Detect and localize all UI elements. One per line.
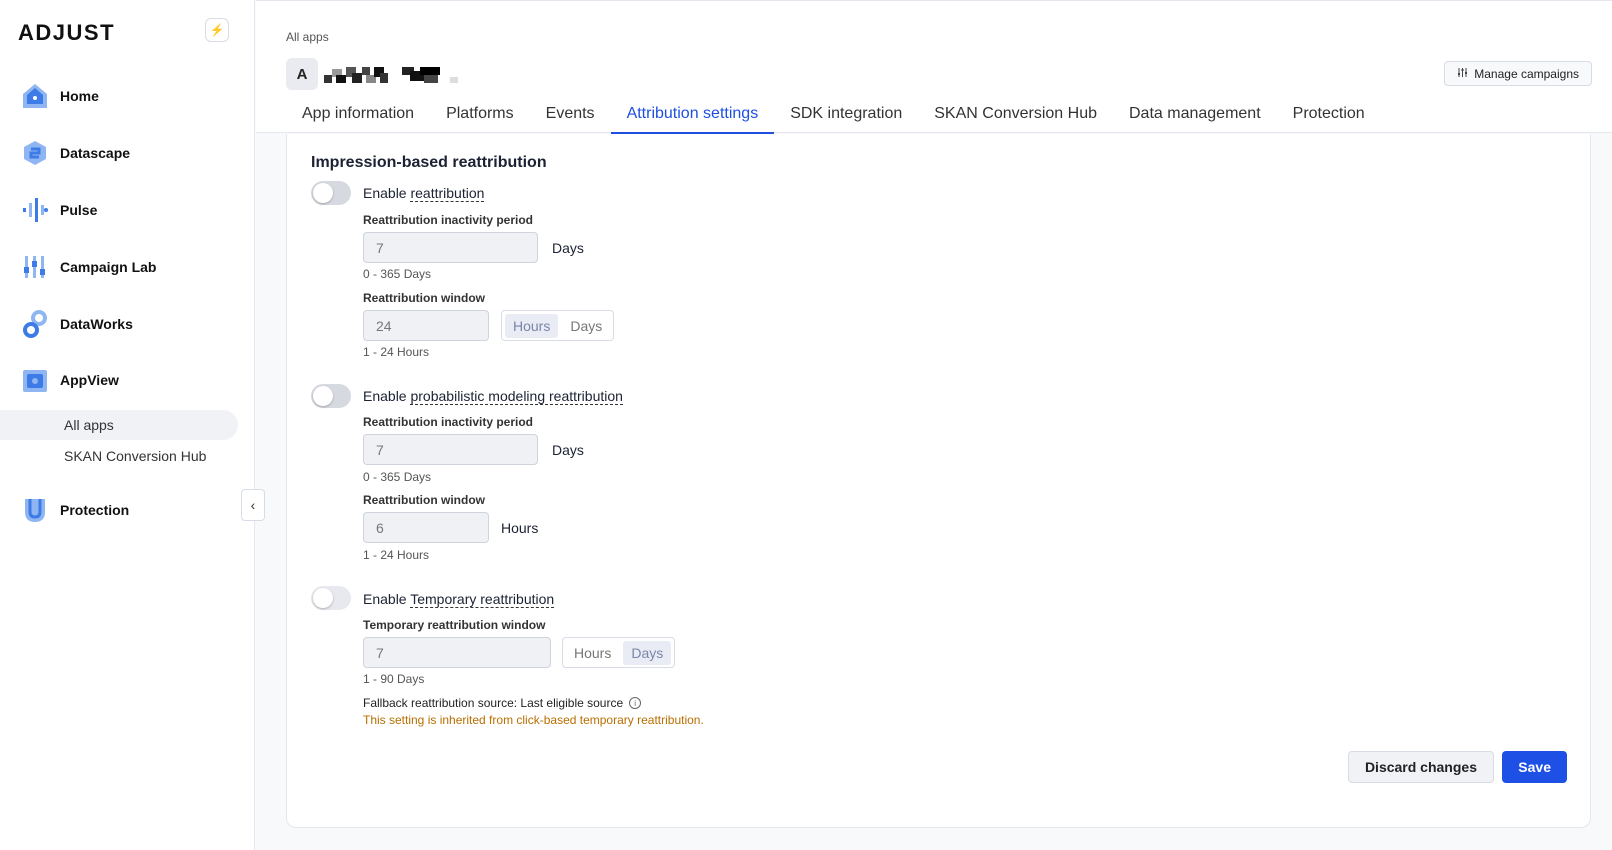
nav-campaign-lab[interactable]: Campaign Lab: [20, 247, 156, 287]
fallback-source: Fallback reattribution source: Last elig…: [363, 696, 642, 710]
breadcrumb[interactable]: All apps: [286, 30, 329, 44]
reattribution-inactivity-unit: Days: [552, 240, 584, 256]
temporary-toggle-label: Enable Temporary reattribution: [363, 591, 555, 608]
reattribution-inactivity-hint: 0 - 365 Days: [363, 267, 432, 281]
inherited-warning: This setting is inherited from click-bas…: [363, 713, 704, 727]
nav-appview[interactable]: AppView: [20, 360, 119, 400]
probabilistic-window-hint: 1 - 24 Hours: [363, 548, 430, 562]
page-header: All apps A Manage campaigns App informat…: [256, 0, 1612, 134]
reattribution-window-input[interactable]: 24: [363, 310, 489, 341]
campaign-lab-icon: [20, 252, 50, 282]
reattribution-toggle-label: Enable reattribution: [363, 185, 485, 202]
unit-hours-option[interactable]: Hours: [505, 313, 559, 338]
nav-dataworks[interactable]: DataWorks: [20, 304, 133, 344]
reattribution-term[interactable]: reattribution: [410, 185, 485, 202]
tab-platforms[interactable]: Platforms: [430, 97, 530, 134]
sidebar: ADJUST ⚡ Home Datascape Pulse Campaign L…: [0, 0, 265, 850]
tab-skan-conversion-hub[interactable]: SKAN Conversion Hub: [918, 97, 1113, 134]
tab-bar: App information Platforms Events Attribu…: [286, 97, 1381, 134]
manage-campaigns-label: Manage campaigns: [1474, 66, 1579, 81]
temporary-toggle[interactable]: [311, 586, 351, 610]
probabilistic-inactivity-hint: 0 - 365 Days: [363, 470, 432, 484]
reattribution-window-hint: 1 - 24 Hours: [363, 345, 430, 359]
unit-hours-option[interactable]: Hours: [566, 641, 619, 665]
discard-changes-button[interactable]: Discard changes: [1347, 751, 1494, 783]
chevron-left-icon: ‹: [250, 497, 256, 513]
temporary-window-hint: 1 - 90 Days: [363, 672, 425, 686]
tab-protection[interactable]: Protection: [1277, 97, 1381, 134]
tab-data-management[interactable]: Data management: [1113, 97, 1277, 134]
protection-icon: [20, 495, 50, 525]
sliders-icon: [1457, 67, 1468, 81]
probabilistic-inactivity-unit: Days: [552, 442, 584, 458]
nav-pulse[interactable]: Pulse: [20, 190, 97, 230]
info-icon[interactable]: i: [629, 697, 642, 709]
save-button[interactable]: Save: [1502, 751, 1567, 783]
toggle-prefix: Enable: [363, 591, 407, 607]
nav-home[interactable]: Home: [20, 76, 99, 116]
adjust-logo[interactable]: ADJUST: [18, 20, 115, 46]
nav-label-datascape: Datascape: [60, 145, 131, 161]
nav-label-dataworks: DataWorks: [60, 316, 133, 332]
toggle-prefix: Enable: [363, 185, 407, 201]
nav-label-protection: Protection: [60, 502, 130, 518]
nav-protection[interactable]: Protection: [20, 490, 129, 530]
sub-item-all-apps[interactable]: All apps: [0, 410, 238, 440]
section-title: Impression-based reattribution: [311, 154, 547, 171]
temporary-window-input[interactable]: 7: [363, 637, 551, 668]
probabilistic-toggle-label: Enable probabilistic modeling reattribut…: [363, 388, 623, 405]
temporary-window-unit-toggle: Hours Days: [562, 637, 676, 668]
pulse-icon: [20, 195, 50, 225]
probabilistic-term[interactable]: probabilistic modeling reattribution: [410, 388, 623, 405]
nav-datascape[interactable]: Datascape: [20, 133, 130, 173]
probabilistic-inactivity-label: Reattribution inactivity period: [363, 415, 534, 429]
probabilistic-toggle[interactable]: [311, 384, 351, 408]
nav-label-appview: AppView: [60, 372, 119, 388]
temporary-window-label: Temporary reattribution window: [363, 618, 546, 632]
nav-label-home: Home: [60, 88, 99, 104]
reattribution-window-unit-toggle: Hours Days: [501, 310, 615, 341]
unit-days-option[interactable]: Days: [623, 640, 672, 665]
manage-campaigns-button[interactable]: Manage campaigns: [1444, 61, 1592, 86]
unit-days-option[interactable]: Days: [562, 314, 610, 338]
main-area: All apps A Manage campaigns App informat…: [256, 0, 1612, 850]
redacted-app-name: [324, 67, 458, 83]
fallback-source-text: Fallback reattribution source: Last elig…: [363, 696, 624, 710]
probabilistic-window-label: Reattribution window: [363, 493, 485, 507]
reattribution-inactivity-label: Reattribution inactivity period: [363, 213, 534, 227]
tab-events[interactable]: Events: [530, 97, 611, 134]
reattribution-toggle[interactable]: [311, 181, 351, 205]
sub-item-skan-conversion-hub[interactable]: SKAN Conversion Hub: [0, 441, 238, 471]
probabilistic-inactivity-input[interactable]: 7: [363, 434, 538, 465]
home-icon: [20, 81, 50, 111]
app-avatar: A: [286, 58, 318, 90]
datascape-icon: [20, 138, 50, 168]
bolt-icon[interactable]: ⚡: [205, 18, 229, 42]
appview-icon: [20, 365, 50, 395]
temporary-term[interactable]: Temporary reattribution: [410, 591, 555, 608]
dataworks-icon: [20, 309, 50, 339]
reattribution-inactivity-input[interactable]: 7: [363, 232, 538, 263]
nav-label-campaign-lab: Campaign Lab: [60, 259, 157, 275]
toggle-prefix: Enable: [363, 388, 407, 404]
settings-card: Impression-based reattribution Enable re…: [286, 134, 1591, 828]
tab-sdk-integration[interactable]: SDK integration: [774, 97, 918, 134]
nav-label-pulse: Pulse: [60, 202, 98, 218]
probabilistic-window-input[interactable]: 6: [363, 512, 489, 543]
tab-app-information[interactable]: App information: [286, 97, 430, 134]
tab-attribution-settings[interactable]: Attribution settings: [610, 97, 775, 134]
probabilistic-window-unit: Hours: [501, 520, 539, 536]
reattribution-window-label: Reattribution window: [363, 291, 485, 305]
